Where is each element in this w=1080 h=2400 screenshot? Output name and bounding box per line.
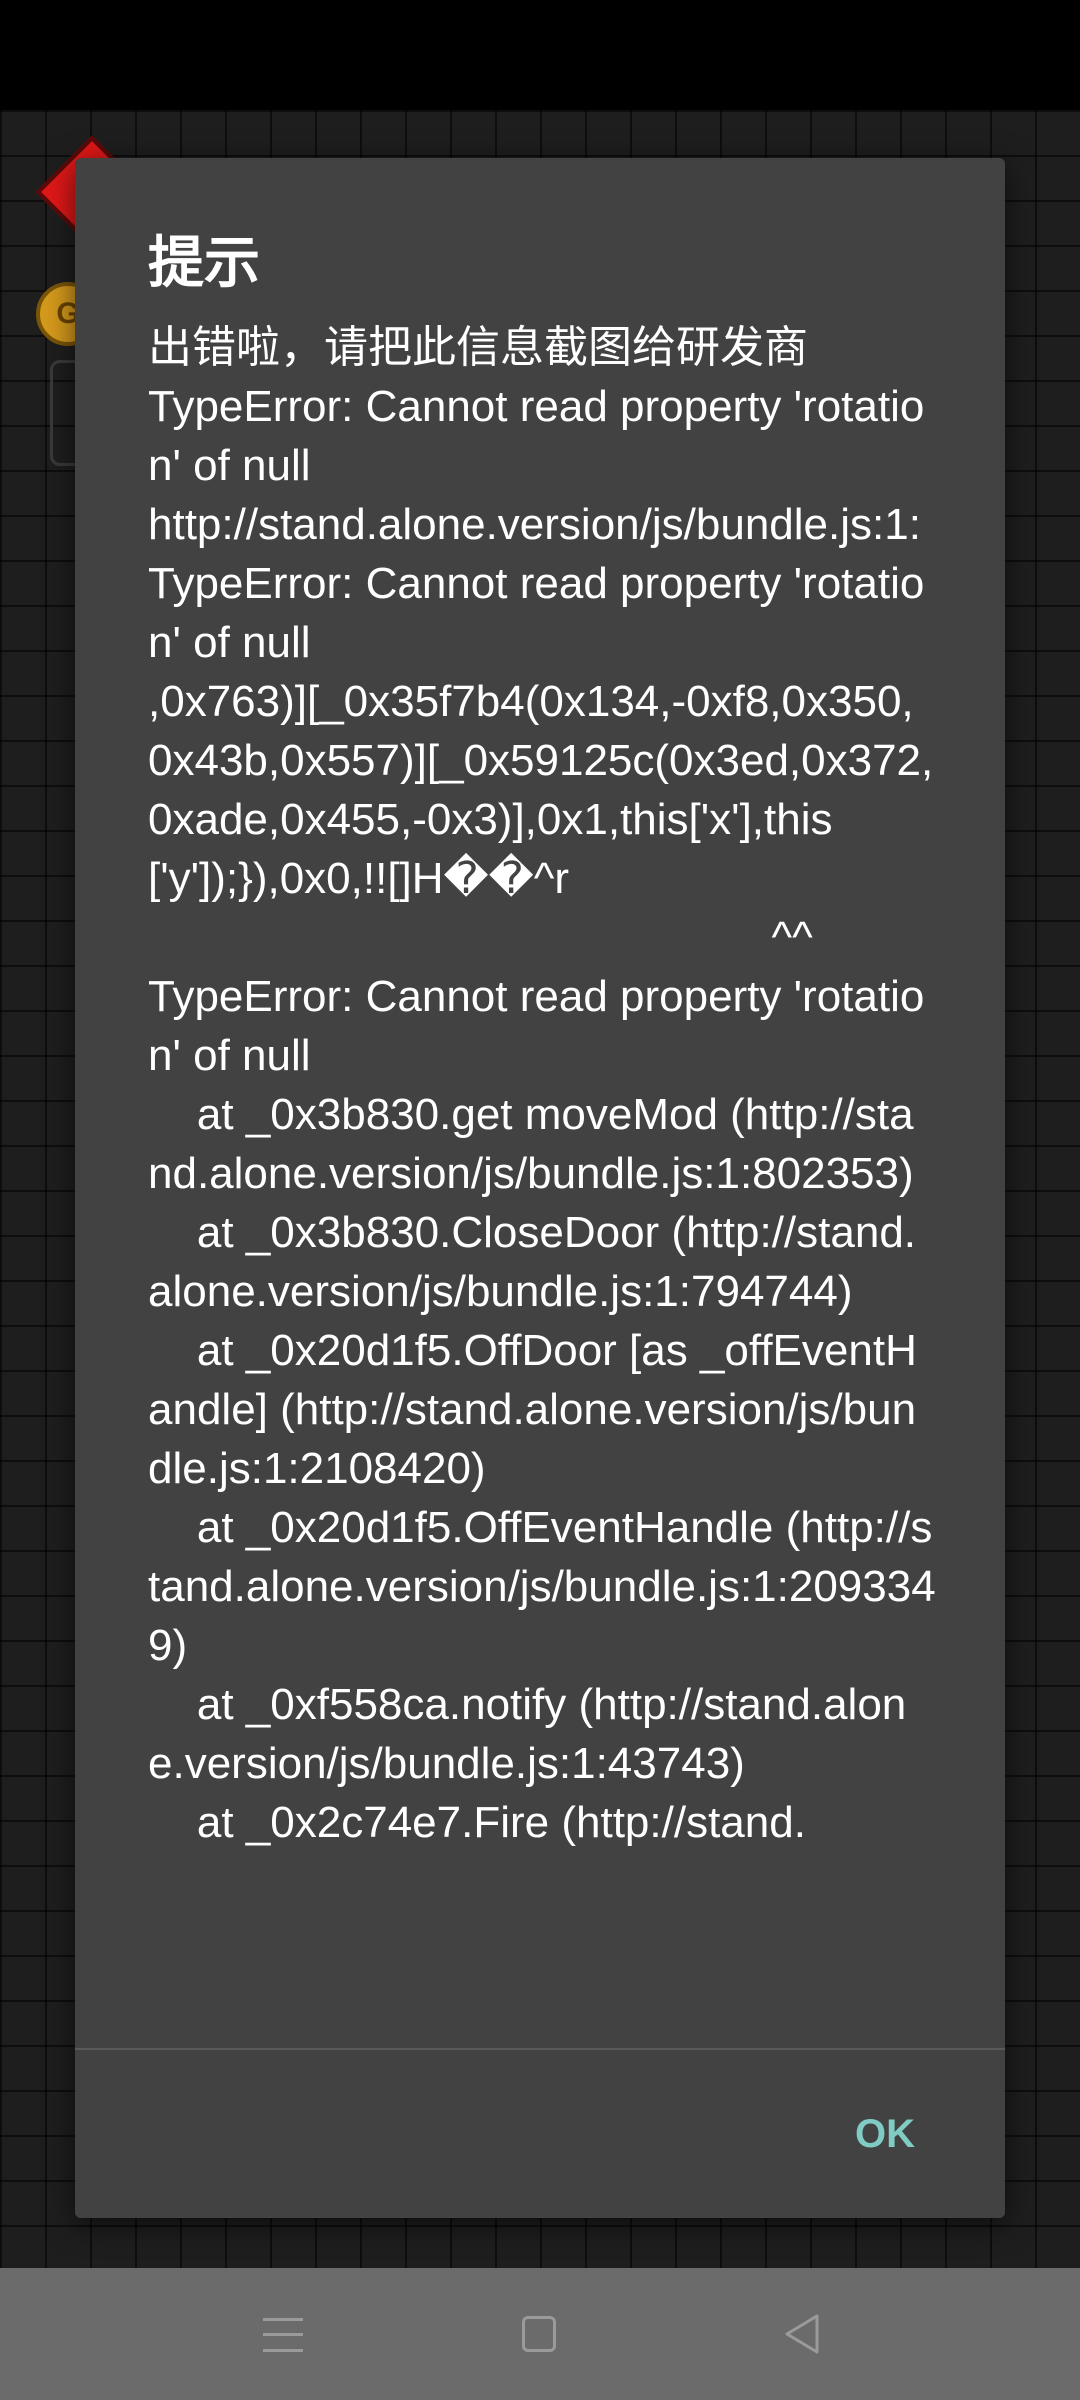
back-icon — [785, 2314, 819, 2354]
dialog-button-bar: OK — [75, 2048, 1005, 2218]
dialog-title: 提示 — [148, 231, 260, 296]
error-dialog: 提示 出错啦，请把此信息截图给研发商 TypeError: Cannot rea… — [75, 158, 1005, 2218]
back-button[interactable] — [727, 2268, 867, 2400]
ok-button[interactable]: OK — [855, 2112, 915, 2157]
navigation-bar — [0, 2268, 1080, 2400]
dialog-message-text: 出错啦，请把此信息截图给研发商 TypeError: Cannot read p… — [148, 323, 936, 1847]
status-bar — [0, 0, 1080, 110]
home-button[interactable] — [470, 2268, 610, 2400]
menu-icon — [263, 2318, 303, 2352]
dialog-message-scroll[interactable]: 出错啦，请把此信息截图给研发商 TypeError: Cannot read p… — [148, 318, 938, 2198]
home-icon — [522, 2316, 556, 2352]
menu-button[interactable] — [213, 2268, 353, 2400]
